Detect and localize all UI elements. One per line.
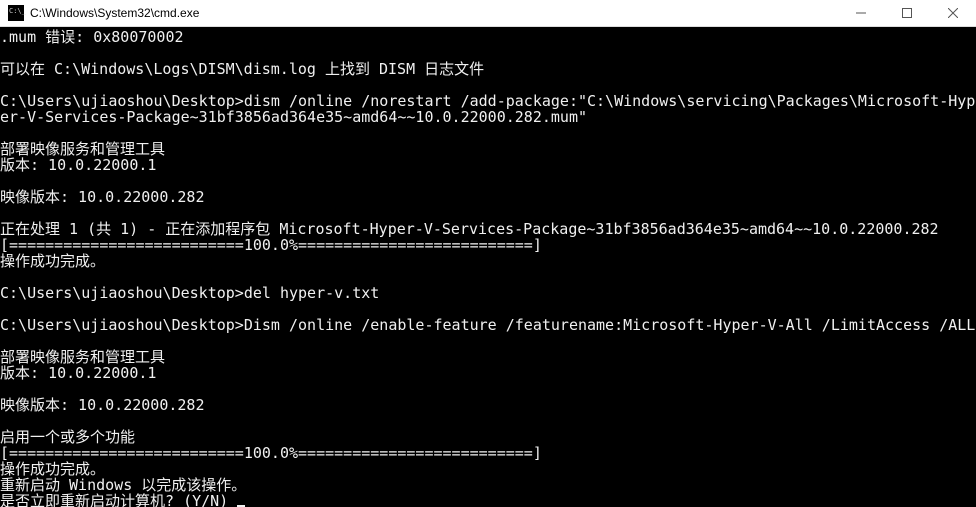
close-button[interactable] <box>930 0 976 26</box>
terminal-line: 版本: 10.0.22000.1 <box>0 365 976 381</box>
terminal-line <box>0 333 976 349</box>
terminal-line: C:\Users\ujiaoshou\Desktop>del hyper-v.t… <box>0 285 976 301</box>
terminal-line: 操作成功完成。 <box>0 461 976 477</box>
terminal-line: 可以在 C:\Windows\Logs\DISM\dism.log 上找到 DI… <box>0 61 976 77</box>
window-title: C:\Windows\System32\cmd.exe <box>30 6 838 20</box>
minimize-button[interactable] <box>838 0 884 26</box>
terminal-line: 操作成功完成。 <box>0 253 976 269</box>
terminal-line <box>0 77 976 93</box>
terminal-line <box>0 269 976 285</box>
titlebar[interactable]: C:\Windows\System32\cmd.exe <box>0 0 976 27</box>
terminal-line <box>0 173 976 189</box>
terminal-line <box>0 205 976 221</box>
terminal-line: 启用一个或多个功能 <box>0 429 976 445</box>
terminal-line: 正在处理 1 (共 1) - 正在添加程序包 Microsoft-Hyper-V… <box>0 221 976 237</box>
terminal-line <box>0 381 976 397</box>
terminal-line <box>0 413 976 429</box>
terminal-line: .mum 错误: 0x80070002 <box>0 29 976 45</box>
terminal-line: 重新启动 Windows 以完成该操作。 <box>0 477 976 493</box>
cmd-icon <box>8 5 24 21</box>
terminal-line <box>0 45 976 61</box>
terminal-line: 映像版本: 10.0.22000.282 <box>0 189 976 205</box>
terminal-line <box>0 301 976 317</box>
terminal-line: [==========================100.0%=======… <box>0 237 976 253</box>
terminal-line: C:\Users\ujiaoshou\Desktop>Dism /online … <box>0 317 976 333</box>
terminal-line: 映像版本: 10.0.22000.282 <box>0 397 976 413</box>
terminal-line: 部署映像服务和管理工具 <box>0 349 976 365</box>
terminal-line: 部署映像服务和管理工具 <box>0 141 976 157</box>
window-controls <box>838 0 976 26</box>
terminal-line: 版本: 10.0.22000.1 <box>0 157 976 173</box>
terminal-output[interactable]: .mum 错误: 0x80070002 可以在 C:\Windows\Logs\D… <box>0 27 976 507</box>
terminal-line <box>0 125 976 141</box>
terminal-line: 是否立即重新启动计算机? (Y/N) <box>0 493 976 507</box>
maximize-button[interactable] <box>884 0 930 26</box>
terminal-line: [==========================100.0%=======… <box>0 445 976 461</box>
terminal-line: C:\Users\ujiaoshou\Desktop>dism /online … <box>0 93 976 125</box>
